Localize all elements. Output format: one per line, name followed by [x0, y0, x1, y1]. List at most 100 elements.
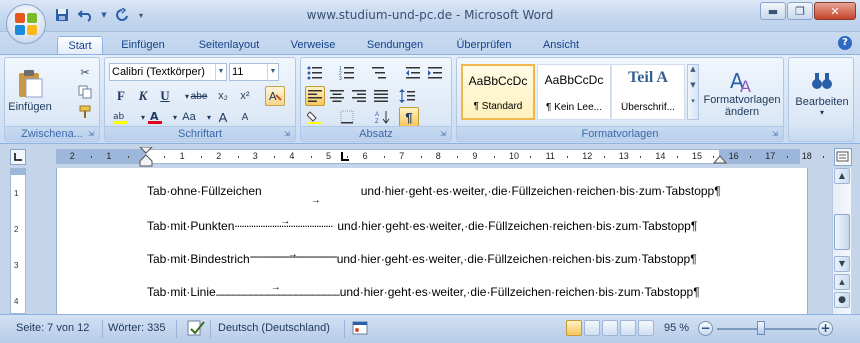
- tab-start[interactable]: Start: [57, 36, 103, 54]
- zoom-in-icon[interactable]: +: [818, 321, 833, 336]
- paste-icon: [19, 70, 43, 98]
- justify-icon[interactable]: [371, 86, 391, 106]
- gallery-up-icon[interactable]: ▲: [688, 65, 698, 73]
- align-left-icon[interactable]: [305, 86, 325, 106]
- macro-record-icon[interactable]: [352, 320, 368, 339]
- vertical-ruler[interactable]: 1 2 3 4: [10, 168, 26, 314]
- proofing-icon[interactable]: [186, 319, 206, 340]
- paragraph-dialog-launcher-icon[interactable]: ⇲: [440, 130, 449, 139]
- ruler-number: 5: [326, 151, 332, 161]
- outline-view-icon[interactable]: [620, 320, 636, 336]
- line-spacing-icon[interactable]: [397, 86, 417, 106]
- increase-indent-icon[interactable]: [425, 63, 445, 83]
- shrink-font-button[interactable]: A: [235, 107, 255, 127]
- ruler-tick: [603, 156, 605, 158]
- borders-icon[interactable]: [337, 107, 357, 127]
- style-ueberschrift[interactable]: Teil A Überschrif...: [611, 64, 685, 120]
- font-color-icon[interactable]: A: [145, 107, 165, 127]
- superscript-button[interactable]: x²: [235, 86, 255, 106]
- office-button[interactable]: [6, 4, 46, 44]
- ruler-tick: [493, 156, 495, 158]
- italic-button[interactable]: K: [133, 86, 153, 106]
- font-size-combo[interactable]: 11 ▼: [229, 63, 279, 81]
- tab-ueberpruefen[interactable]: Überprüfen: [447, 36, 521, 54]
- style-kein-leerraum[interactable]: AaBbCcDc ¶ Kein Lee...: [537, 64, 611, 120]
- copy-icon[interactable]: [75, 82, 95, 102]
- styles-dialog-launcher-icon[interactable]: ⇲: [772, 130, 781, 139]
- paragraph-group-label: Absatz: [301, 126, 451, 140]
- cut-icon[interactable]: ✂: [75, 62, 95, 82]
- multilevel-list-icon[interactable]: [369, 63, 389, 83]
- status-bar: Seite: 7 von 12 Wörter: 335 Deutsch (Deu…: [0, 314, 860, 343]
- font-name-combo[interactable]: Calibri (Textkörper) ▼: [109, 63, 227, 81]
- ruler-number: 1: [106, 151, 112, 161]
- show-formatting-marks-icon[interactable]: ¶: [399, 107, 419, 127]
- numbering-icon[interactable]: 123: [337, 63, 357, 83]
- clear-formatting-icon[interactable]: A: [265, 86, 285, 106]
- scroll-thumb[interactable]: [834, 214, 850, 250]
- browse-object-icon[interactable]: ●: [834, 292, 850, 308]
- sort-icon[interactable]: AZ: [373, 107, 393, 127]
- style-standard[interactable]: AaBbCcDc ¶ Standard: [461, 64, 535, 120]
- decrease-indent-icon[interactable]: [403, 63, 423, 83]
- editing-button[interactable]: Bearbeiten ▾: [791, 62, 853, 124]
- clipboard-dialog-launcher-icon[interactable]: ⇲: [88, 130, 97, 139]
- tab-ansicht[interactable]: Ansicht: [533, 36, 589, 54]
- doc-line-text: und·hier·geht·es·weiter,·die·Füllzeichen…: [360, 184, 721, 198]
- change-styles-button[interactable]: AA Formatvorlagen ändern: [703, 62, 781, 124]
- ruler-number: 8: [435, 151, 441, 161]
- draft-view-icon[interactable]: [638, 320, 654, 336]
- gallery-down-icon[interactable]: ▼: [688, 81, 698, 89]
- subscript-button[interactable]: x₂: [213, 86, 233, 106]
- grow-font-button[interactable]: A: [213, 107, 233, 127]
- previous-page-icon[interactable]: ▲: [834, 274, 850, 290]
- indent-marker-icon[interactable]: [139, 147, 153, 167]
- zoom-slider-thumb[interactable]: [757, 321, 765, 335]
- horizontal-ruler[interactable]: 2 1 1 2 3 4 5 6 7 8 9 10 11 12 13 14 15 16 17 18: [56, 147, 825, 167]
- print-layout-view-icon[interactable]: [566, 320, 582, 336]
- ruler-number: 17: [765, 151, 776, 161]
- zoom-out-icon[interactable]: −: [698, 321, 713, 336]
- scroll-up-icon[interactable]: ▲: [834, 168, 850, 184]
- shading-icon[interactable]: [305, 107, 325, 127]
- underline-button[interactable]: U: [155, 86, 175, 106]
- align-center-icon[interactable]: [327, 86, 347, 106]
- tab-einfuegen[interactable]: Einfügen: [112, 36, 174, 54]
- zoom-level[interactable]: 95 %: [664, 322, 689, 334]
- strikethrough-button[interactable]: abe: [189, 86, 209, 106]
- language[interactable]: Deutsch (Deutschland): [218, 322, 330, 334]
- tab-verweise[interactable]: Verweise: [282, 36, 344, 54]
- scroll-down-icon[interactable]: ▼: [834, 256, 850, 272]
- full-screen-reading-view-icon[interactable]: [584, 320, 600, 336]
- tab-selector-icon[interactable]: [10, 149, 26, 165]
- ruler-number: 13: [618, 151, 629, 161]
- font-dialog-launcher-icon[interactable]: ⇲: [284, 130, 293, 139]
- page-count[interactable]: Seite: 7 von 12: [16, 322, 89, 334]
- tab-seitenlayout[interactable]: Seitenlayout: [190, 36, 268, 54]
- bullets-icon[interactable]: [305, 63, 325, 83]
- change-case-button[interactable]: Aa: [179, 107, 199, 127]
- paste-button[interactable]: Einfügen: [8, 62, 52, 120]
- right-indent-marker-icon[interactable]: [713, 152, 727, 164]
- word-count[interactable]: Wörter: 335: [108, 322, 165, 334]
- ruler-number: 16: [728, 151, 739, 161]
- document-page[interactable]: Tab·ohne·Füllzeichen → und·hier·geht·es·we…: [56, 168, 808, 314]
- status-separator: [102, 320, 103, 338]
- help-icon[interactable]: ?: [838, 36, 852, 50]
- close-button[interactable]: ✕: [814, 2, 856, 20]
- minimize-button[interactable]: ▬: [760, 2, 786, 20]
- gallery-more-icon[interactable]: ▾: [688, 97, 698, 105]
- bold-button[interactable]: F: [111, 86, 131, 106]
- web-layout-view-icon[interactable]: [602, 320, 618, 336]
- svg-text:3: 3: [339, 76, 342, 80]
- highlight-color-icon[interactable]: ab: [111, 107, 131, 127]
- vertical-scrollbar[interactable]: ▲ ▼ ▲ ●: [832, 168, 851, 314]
- format-painter-icon[interactable]: [75, 102, 95, 122]
- zoom-slider-track[interactable]: [717, 328, 817, 330]
- ruler-number: 3: [252, 151, 258, 161]
- restore-button[interactable]: ❐: [787, 2, 813, 20]
- tab-sendungen[interactable]: Sendungen: [357, 36, 433, 54]
- align-right-icon[interactable]: [349, 86, 369, 106]
- view-ruler-icon[interactable]: [834, 148, 852, 166]
- style-name: ¶ Kein Lee...: [546, 102, 602, 113]
